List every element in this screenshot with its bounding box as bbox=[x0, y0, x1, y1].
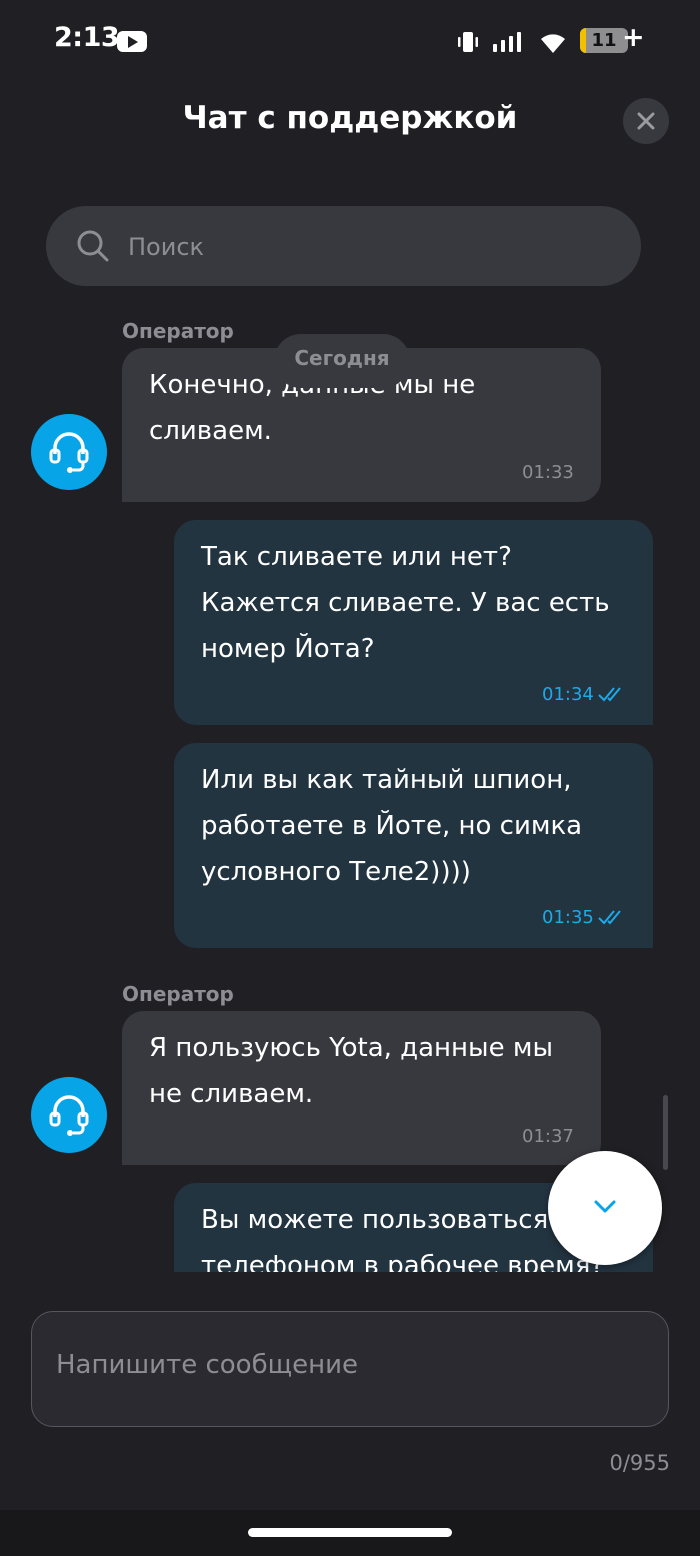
charging-plus-icon: + bbox=[622, 22, 645, 53]
scrollbar-thumb[interactable] bbox=[663, 1095, 668, 1170]
search-bar[interactable] bbox=[46, 206, 641, 288]
message-input[interactable] bbox=[54, 1348, 648, 1398]
character-counter: 0/955 bbox=[609, 1451, 670, 1475]
message-time: 01:35 bbox=[542, 907, 594, 928]
headset-icon bbox=[49, 432, 89, 473]
sender-label: Оператор bbox=[122, 982, 234, 1006]
message-text: Или вы как тайный шпион, работаете в Йот… bbox=[201, 765, 583, 887]
headset-icon bbox=[49, 1095, 89, 1136]
read-double-check-icon bbox=[598, 910, 621, 925]
sender-label: Оператор bbox=[122, 319, 234, 343]
message-time: 01:34 bbox=[542, 684, 594, 705]
message-text: Я пользуюсь Yota, данные мы не сливаем. bbox=[149, 1033, 553, 1109]
page-title: Чат с поддержкой bbox=[182, 100, 518, 136]
message-input-box[interactable] bbox=[31, 1311, 669, 1427]
vibrate-icon bbox=[458, 32, 478, 52]
close-icon bbox=[637, 112, 655, 130]
message-time: 01:33 bbox=[522, 462, 574, 483]
battery-level: 11 bbox=[591, 30, 617, 51]
read-double-check-icon bbox=[598, 687, 621, 702]
message-text: Так сливаете или нет? Кажется сливаете. … bbox=[201, 542, 610, 664]
operator-avatar bbox=[31, 414, 107, 490]
search-input[interactable] bbox=[126, 206, 610, 288]
date-separator: Сегодня bbox=[274, 334, 410, 388]
home-indicator[interactable] bbox=[248, 1528, 452, 1537]
chat-messages[interactable]: Оператор Конечно, данные мы не сливаем. … bbox=[0, 300, 700, 1272]
operator-avatar bbox=[31, 1077, 107, 1153]
chevron-down-icon bbox=[594, 1200, 616, 1213]
close-button[interactable] bbox=[623, 98, 669, 144]
message-bubble-incoming[interactable]: Я пользуюсь Yota, данные мы не сливаем. … bbox=[122, 1011, 601, 1165]
message-bubble-outgoing[interactable]: Так сливаете или нет? Кажется сливаете. … bbox=[174, 520, 653, 725]
message-time: 01:37 bbox=[522, 1126, 574, 1147]
youtube-notification-icon bbox=[117, 31, 147, 52]
battery-icon: 11 bbox=[580, 28, 628, 53]
message-bubble-outgoing[interactable]: Или вы как тайный шпион, работаете в Йот… bbox=[174, 743, 653, 948]
scroll-to-bottom-button[interactable] bbox=[548, 1151, 662, 1265]
wifi-icon bbox=[541, 34, 565, 53]
signal-icon bbox=[493, 32, 521, 52]
status-time: 2:13 bbox=[54, 22, 120, 53]
search-icon bbox=[77, 230, 109, 262]
message-text: Вы можете пользоваться телефоном в рабоч… bbox=[201, 1205, 605, 1272]
